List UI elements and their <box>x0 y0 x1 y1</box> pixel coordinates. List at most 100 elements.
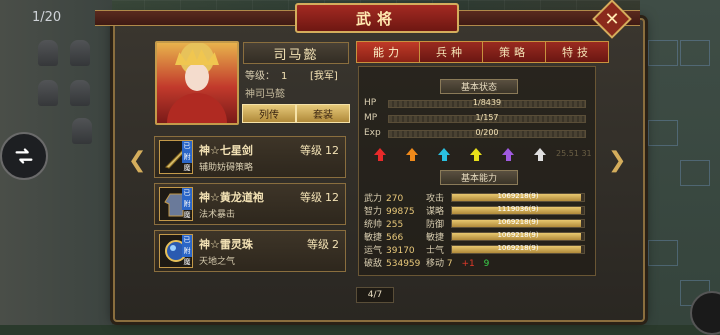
hero-level-value: 1 <box>281 71 288 82</box>
map-tile <box>648 120 678 146</box>
combat-stat-label: 敏捷 <box>426 233 445 243</box>
combat-stat-value: 1069218(9) <box>497 218 539 226</box>
equip-level: 等级 12 <box>300 189 339 205</box>
soldier-unit <box>38 40 58 66</box>
hp-value: 1/8439 <box>472 98 502 107</box>
move-stat: 移动 7 +1 9 <box>426 256 489 269</box>
combat-stat-bar: 1069218(9) <box>451 192 585 202</box>
combat-stat-bar: 1069218(9) <box>451 244 585 254</box>
combat-stat-label: 防御 <box>426 220 445 230</box>
tab-ability[interactable]: 能力 <box>356 41 420 63</box>
equip-effect: 辅助妨碍策略 <box>199 163 254 173</box>
prev-hero-arrow-icon[interactable]: ❮ <box>128 148 146 173</box>
equip-level: 等级 2 <box>307 236 339 252</box>
exp-label: Exp <box>364 128 381 138</box>
up-arrow-icon <box>534 148 546 162</box>
exp-value: 0/200 <box>475 128 499 137</box>
equip-name: 神☆雷灵珠 <box>199 238 253 251</box>
ability-stat-label: 运气 <box>364 246 383 256</box>
soldier-unit <box>70 40 90 66</box>
up-arrow-icon <box>470 148 482 162</box>
ability-stat-label: 敏捷 <box>364 233 383 243</box>
map-right-area <box>640 0 720 325</box>
equip-level-label: 等级 <box>300 191 322 204</box>
hero-faction: [我军] <box>310 71 338 82</box>
map-tile <box>680 160 710 186</box>
portrait-body <box>167 93 227 123</box>
ability-stat-value: 534959 <box>386 259 421 269</box>
bio-button[interactable]: 列传 <box>242 104 296 123</box>
ability-stat-value: 270 <box>386 194 404 204</box>
mp-label: MP <box>364 113 378 123</box>
combat-stat-label: 攻击 <box>426 194 445 204</box>
ability-stat-value: 99875 <box>386 207 415 217</box>
close-icon[interactable]: ✕ <box>598 5 626 33</box>
equip-slot-armor[interactable]: 已附魔 神☆黄龙道袍 等级 12 法术暴击 <box>154 183 346 225</box>
equip-level: 等级 12 <box>300 142 339 158</box>
faint-stat-text: 25.51 31 <box>556 149 592 158</box>
basic-ability-title: 基本能力 <box>440 170 518 185</box>
combat-stat-bar: 1069218(9) <box>451 231 585 241</box>
ability-stat-row: 武力 270 <box>364 191 404 204</box>
crown-icon <box>175 49 219 65</box>
up-arrow-icon <box>502 148 514 162</box>
combat-stat-value: 1069218(9) <box>497 231 539 239</box>
ability-stat-label: 破敌 <box>364 259 383 269</box>
sword-icon: 已附魔 <box>159 140 193 174</box>
tab-skills[interactable]: 特技 <box>545 41 609 63</box>
set-button[interactable]: 套装 <box>296 104 350 123</box>
soldier-unit <box>38 80 58 106</box>
ability-stat-row: 破敌 534959 <box>364 256 421 269</box>
hp-label: HP <box>364 98 377 108</box>
up-arrow-icon <box>438 148 450 162</box>
ability-stat-row: 统帅 255 <box>364 217 404 230</box>
enchanted-tag: 已附魔 <box>182 235 192 266</box>
equip-level-value: 12 <box>325 144 339 157</box>
enchanted-tag: 已附魔 <box>182 141 192 172</box>
corner-button[interactable] <box>690 291 720 335</box>
equip-level-value: 12 <box>325 191 339 204</box>
hero-level-label: 等级： <box>245 71 275 82</box>
combat-stat-label: 士气 <box>426 246 445 256</box>
soldier-unit <box>70 80 90 106</box>
equip-level-label: 等级 <box>307 238 329 251</box>
portrait-face <box>185 63 209 91</box>
equip-effect: 天地之气 <box>199 257 236 267</box>
orb-icon: 已附魔 <box>159 234 193 268</box>
hero-description: 神司马懿 <box>245 89 285 100</box>
soldier-unit <box>72 118 92 144</box>
hp-bar: 1/8439 <box>388 98 586 108</box>
tab-strategy[interactable]: 策略 <box>482 41 546 63</box>
up-arrow-icon <box>374 148 386 162</box>
dialog-title: 武将 <box>295 3 459 33</box>
ability-stat-value: 255 <box>386 220 404 230</box>
tab-troops[interactable]: 兵种 <box>419 41 483 63</box>
ability-stat-label: 武力 <box>364 194 383 204</box>
enchanted-tag: 已附魔 <box>182 188 192 219</box>
combat-stat-value: 1069218(9) <box>497 244 539 252</box>
move-extra: 9 <box>483 259 490 269</box>
ability-stat-label: 统帅 <box>364 220 383 230</box>
equip-name: 神☆七星剑 <box>199 144 253 157</box>
page-indicator: 4/7 <box>356 287 394 303</box>
turn-counter: 1/20 <box>32 10 62 25</box>
next-hero-arrow-icon[interactable]: ❯ <box>608 148 626 173</box>
move-value: 7 <box>446 259 453 269</box>
up-arrow-icon <box>406 148 418 162</box>
equip-slot-weapon[interactable]: 已附魔 神☆七星剑 等级 12 辅助妨碍策略 <box>154 136 346 178</box>
side-menu-button[interactable] <box>0 132 48 180</box>
map-tile <box>680 40 710 66</box>
move-label: 移动 <box>426 259 445 269</box>
combat-stat-bar: 1119036(9) <box>451 205 585 215</box>
map-tile <box>648 240 678 266</box>
combat-stat-bar: 1069218(9) <box>451 218 585 228</box>
equip-slot-accessory[interactable]: 已附魔 神☆雷灵珠 等级 2 天地之气 <box>154 230 346 272</box>
hero-level: 等级： 1 <box>245 67 287 82</box>
map-tile <box>648 40 678 66</box>
equip-level-value: 2 <box>332 238 339 251</box>
robe-icon: 已附魔 <box>159 187 193 221</box>
equip-name: 神☆黄龙道袍 <box>199 191 264 204</box>
basic-status-title: 基本状态 <box>440 79 518 94</box>
ability-stat-value: 566 <box>386 233 404 243</box>
ability-stat-row: 敏捷 566 <box>364 230 404 243</box>
